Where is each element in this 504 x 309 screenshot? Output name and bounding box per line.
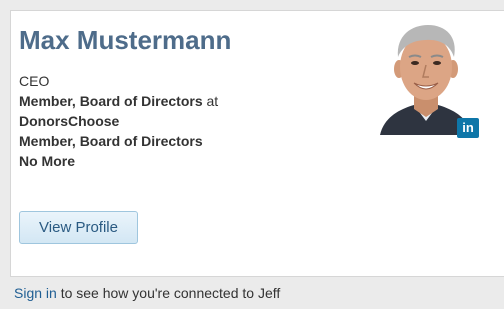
profile-details: CEO Member, Board of Directors at Donors… [19,71,319,171]
profile-name[interactable]: Max Mustermann [19,24,231,56]
position-company: DonorsChoose [19,111,319,131]
position-2-title: Member, Board of Directors [19,131,319,151]
connection-text: to see how you're connected to Jeff [57,285,280,301]
connection-footer: Sign in to see how you're connected to J… [14,284,280,302]
position-title: Member, Board of Directors [19,93,203,109]
position-connector: at [203,93,219,109]
linkedin-icon[interactable]: in [457,118,479,138]
sign-in-link[interactable]: Sign in [14,285,57,301]
view-profile-button[interactable]: View Profile [19,211,138,244]
position-1: Member, Board of Directors at [19,91,319,111]
headline: CEO [19,71,319,91]
position-2-company: No More [19,151,319,171]
